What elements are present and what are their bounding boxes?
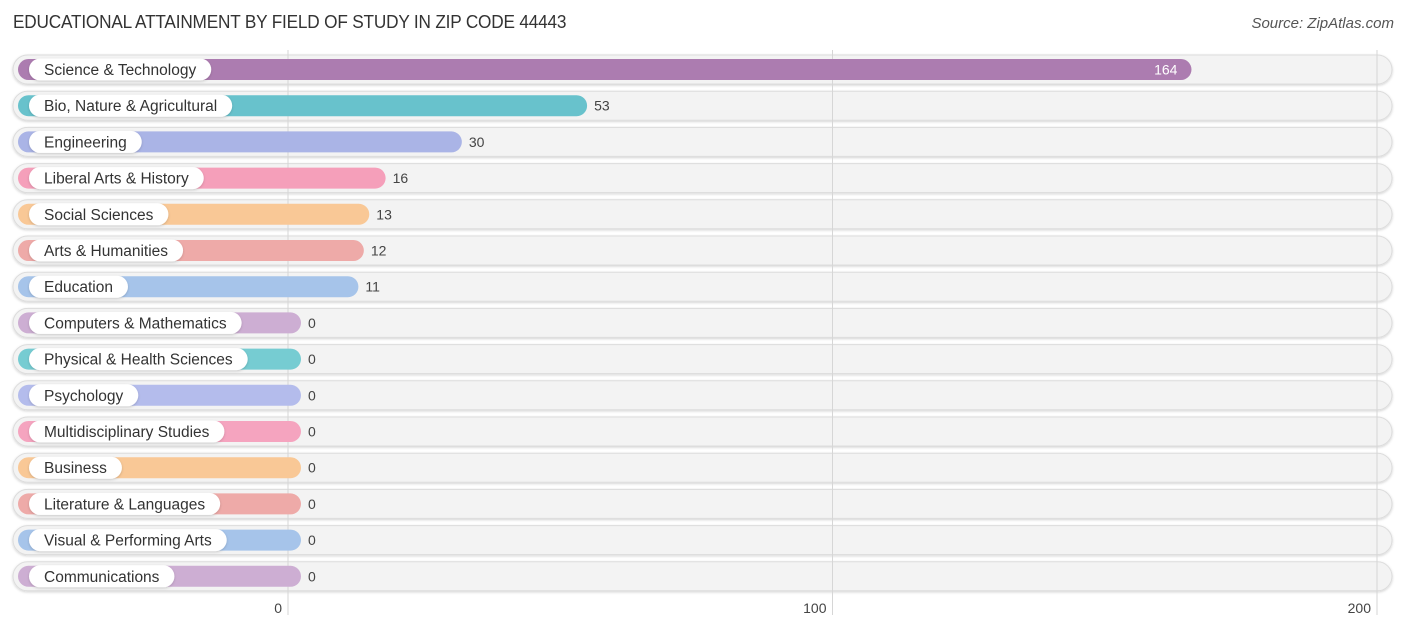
category-label: Business [44, 460, 107, 477]
category-label: Science & Technology [44, 62, 196, 79]
category-label: Literature & Languages [44, 496, 205, 513]
category-label: Education [44, 279, 113, 296]
category-label: Liberal Arts & History [44, 171, 189, 188]
value-label: 0 [308, 424, 316, 440]
x-tick-label: 200 [1348, 600, 1372, 616]
category-label: Communications [44, 569, 160, 586]
bar-chart: Science & Technology 164 Bio, Nature & Agr… [12, 50, 1393, 616]
value-label: 53 [594, 98, 610, 114]
value-label: 30 [469, 134, 485, 150]
category-label: Arts & Humanities [44, 243, 168, 260]
value-label: 0 [308, 351, 316, 367]
category-label: Engineering [44, 134, 127, 151]
category-label: Bio, Nature & Agricultural [44, 98, 217, 115]
value-label: 0 [308, 496, 316, 512]
value-label: 12 [371, 243, 387, 259]
value-label: 11 [365, 279, 380, 295]
value-label: 0 [308, 315, 316, 331]
category-label: Multidisciplinary Studies [44, 424, 210, 441]
value-label: 13 [376, 206, 392, 222]
value-label: 0 [308, 387, 316, 403]
category-label: Physical & Health Sciences [44, 352, 233, 369]
x-tick-label: 0 [274, 600, 282, 616]
value-label: 16 [393, 170, 409, 186]
category-label: Visual & Performing Arts [44, 533, 212, 550]
category-label: Psychology [44, 388, 124, 405]
value-label: 0 [308, 460, 316, 476]
value-label: 0 [308, 568, 316, 584]
value-label: 164 [1154, 62, 1178, 78]
value-label: 0 [308, 532, 316, 548]
x-tick-label: 100 [803, 600, 827, 616]
category-label: Computers & Mathematics [44, 315, 227, 332]
category-label: Social Sciences [44, 207, 154, 224]
